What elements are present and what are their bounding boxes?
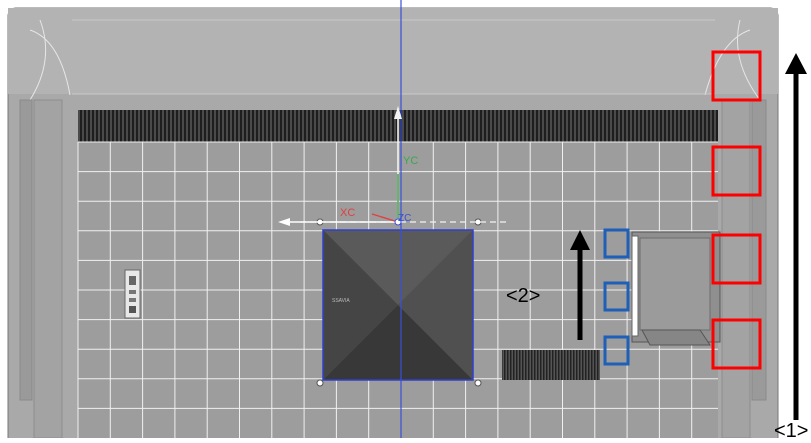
annotation-label-2: <2>	[506, 285, 540, 307]
cad-viewport[interactable]: SSAVIA XC YC ZC <2> <1>	[0, 0, 811, 443]
selection-handle[interactable]	[316, 379, 324, 387]
z-axis-label: ZC	[398, 213, 411, 224]
selection-handle[interactable]	[474, 379, 482, 387]
viewport-canvas: SSAVIA XC YC ZC <2> <1>	[7, 0, 808, 443]
vesa-mount-plate[interactable]: SSAVIA	[322, 229, 474, 381]
bottom-vent-grill	[502, 350, 600, 380]
x-axis-label: XC	[340, 207, 355, 219]
annotation-label-1: <1>	[774, 420, 808, 438]
connector-box	[631, 231, 721, 346]
y-axis-label: YC	[403, 155, 418, 167]
side-port-panel	[124, 269, 141, 319]
tv-logo: SSAVIA	[332, 298, 350, 304]
arrow-head-icon	[785, 53, 807, 74]
